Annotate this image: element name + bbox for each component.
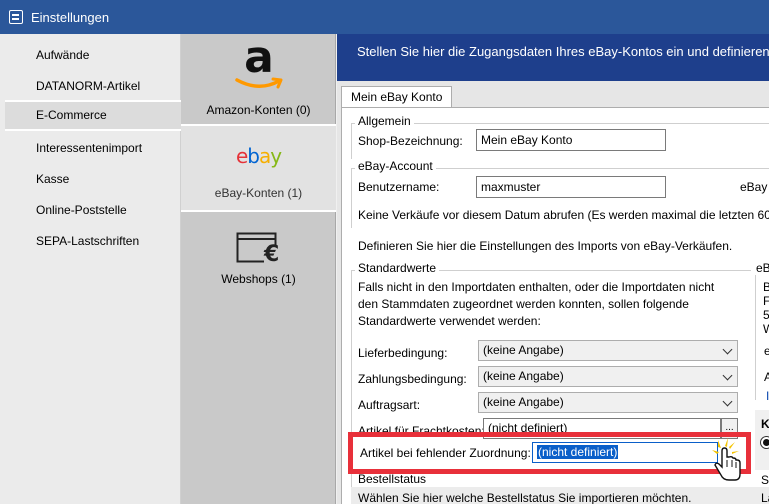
category-e-commerce[interactable]: E-Commerce: [5, 100, 181, 131]
amazon-logo-icon: a: [231, 32, 287, 94]
auftragsart-value: (keine Angabe): [483, 395, 564, 409]
zahlungsbedingung-value: (keine Angabe): [483, 369, 564, 383]
webshop-euro-icon: €: [236, 232, 282, 268]
username-input[interactable]: maxmuster: [476, 176, 666, 198]
chevron-down-icon: [722, 344, 733, 355]
ebay-accounts-label: eBay-Konten (1): [214, 186, 303, 200]
category-sepa-lastschriften[interactable]: SEPA-Lastschriften: [5, 226, 181, 257]
info-banner: Stellen Sie hier die Zugangsdaten Ihres …: [337, 34, 769, 81]
category-online-poststelle[interactable]: Online-Poststelle: [5, 195, 181, 226]
window-title: Einstellungen: [31, 9, 110, 25]
webshops-tile[interactable]: € Webshops (1): [181, 214, 336, 294]
highlight-frame: [348, 432, 751, 474]
category-interessentenimport[interactable]: Interessentenimport: [5, 133, 181, 164]
group-right-cut-title: eB: [755, 261, 769, 275]
right-cut-line-2: F: [763, 294, 769, 308]
ebay-logo-e: e: [235, 144, 248, 168]
group-standardwerte-title: Standardwerte: [355, 261, 440, 275]
shop-name-label: Shop-Bezeichnung:: [358, 134, 463, 148]
tab-mein-ebay-konto[interactable]: Mein eBay Konto: [341, 86, 453, 108]
lieferbedingung-select[interactable]: (keine Angabe): [478, 340, 738, 361]
right-cut-a: A: [764, 370, 769, 384]
hand-cursor-icon: [708, 436, 744, 484]
import-intro-text: Definieren Sie hier die Einstellungen de…: [358, 239, 733, 253]
group-bestellstatus-title: Bestellstatus: [355, 472, 430, 486]
ebay-logo-icon: ebay: [181, 144, 336, 168]
amazon-accounts-label: Amazon-Konten (0): [206, 103, 311, 117]
standard-description: Falls nicht in den Importdaten enthalten…: [358, 280, 715, 328]
category-datanorm-artikel[interactable]: DATANORM-Artikel: [5, 71, 181, 102]
lieferbedingung-label: Lieferbedingung:: [358, 346, 448, 360]
amazon-accounts-tile[interactable]: a Amazon-Konten (0): [181, 32, 336, 124]
right-cut-la: La: [761, 491, 769, 504]
zahlungsbedingung-label: Zahlungsbedingung:: [358, 372, 467, 386]
right-cut-e: e: [764, 344, 769, 358]
webshops-label: Webshops (1): [221, 272, 296, 286]
right-cut-radio[interactable]: [760, 436, 769, 449]
right-cut-line-1: B: [763, 280, 769, 294]
auftragsart-label: Auftragsart:: [358, 398, 421, 412]
username-label: Benutzername:: [358, 180, 440, 194]
auftragsart-select[interactable]: (keine Angabe): [478, 392, 738, 413]
group-allgemein-title: Allgemein: [355, 114, 414, 128]
zahlungsbedingung-select[interactable]: (keine Angabe): [478, 366, 738, 387]
bestellstatus-description: Wählen Sie hier welche Bestellstatus Sie…: [358, 491, 692, 504]
right-cut-st: St: [761, 473, 769, 487]
ebay-logo-a: a: [258, 144, 271, 168]
account-type-list: a Amazon-Konten (0) ebay eBay-Konten (1)…: [181, 32, 336, 504]
right-cut-line-3: 5: [763, 308, 769, 322]
right-cut-k: K: [761, 417, 769, 431]
category-aufwaende[interactable]: Aufwände: [5, 40, 181, 71]
shop-name-input[interactable]: Mein eBay Konto: [476, 129, 666, 151]
chevron-down-icon: [722, 370, 733, 381]
title-bar: Einstellungen: [0, 0, 769, 34]
lieferbedingung-value: (keine Angabe): [483, 343, 564, 357]
ebay-logo-b: b: [247, 144, 260, 168]
category-list: Aufwände DATANORM-Artikel E-Commerce Int…: [0, 34, 181, 504]
euro-symbol: €: [264, 242, 280, 267]
right-cut-line-4: W: [763, 322, 769, 336]
ebay-accounts-tile[interactable]: ebay eBay-Konten (1): [181, 124, 336, 212]
group-ebay-account-title: eBay-Account: [355, 159, 436, 173]
ebay-w-cut-label: eBay W: [740, 180, 769, 194]
category-kasse[interactable]: Kasse: [5, 164, 181, 195]
settings-window-icon: [9, 10, 23, 24]
date-note: Keine Verkäufe vor diesem Datum abrufen …: [358, 208, 769, 222]
ebay-logo-y: y: [270, 144, 282, 168]
chevron-down-icon: [722, 396, 733, 407]
